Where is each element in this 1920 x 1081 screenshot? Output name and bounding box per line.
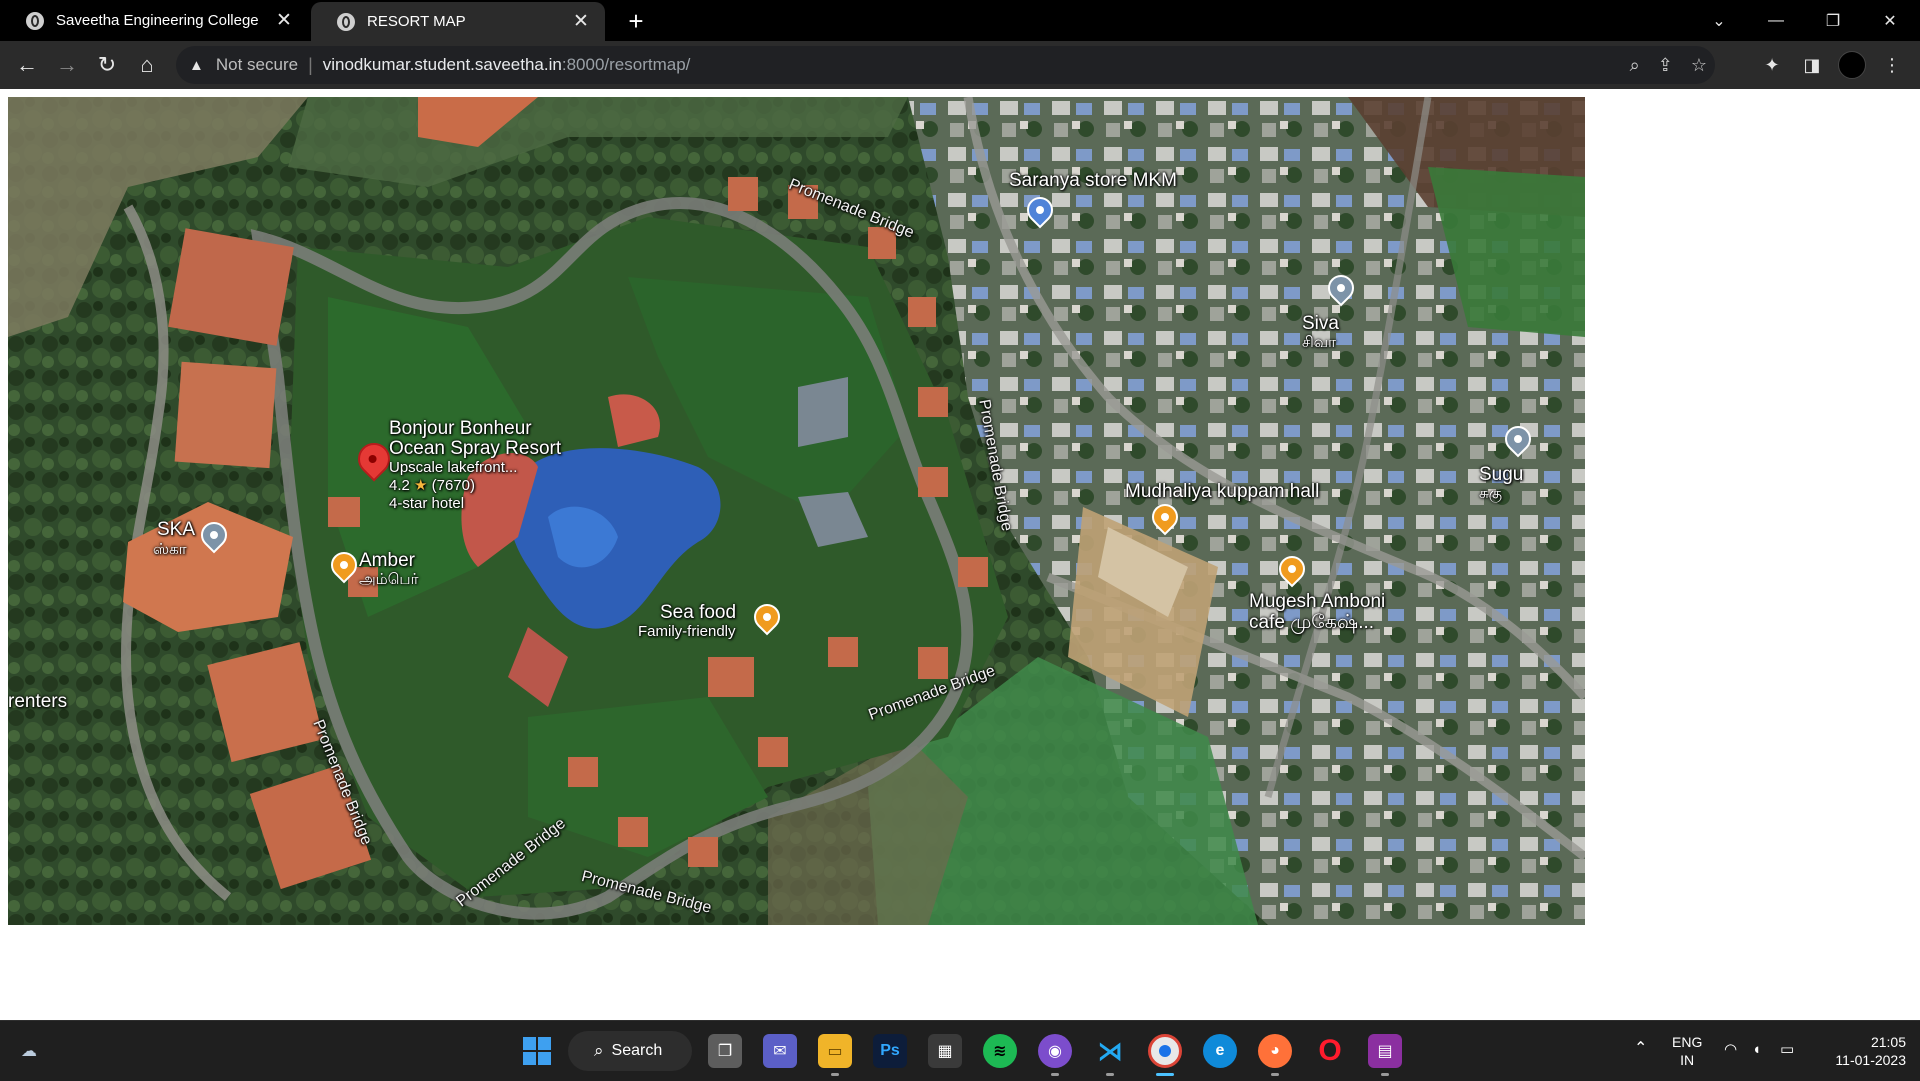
side-panel-icon[interactable]: ◨: [1796, 49, 1828, 81]
language-indicator[interactable]: ENG IN: [1672, 1033, 1702, 1069]
security-label[interactable]: Not secure: [216, 55, 298, 75]
browser-toolbar: ← → ↻ ⌂ ▲ Not secure | vinodkumar.studen…: [0, 41, 1920, 89]
label-renters[interactable]: renters: [8, 692, 67, 712]
clock[interactable]: 21:05 11-01-2023: [1826, 1033, 1906, 1069]
tab-title: RESORT MAP: [367, 13, 466, 30]
resort-category: 4-star hotel: [389, 495, 465, 512]
running-indicator: [831, 1073, 839, 1076]
forward-button[interactable]: →: [52, 50, 82, 80]
label-seafood-sub: Family-friendly: [638, 623, 736, 640]
address-bar[interactable]: ▲ Not secure | vinodkumar.student.saveet…: [176, 46, 1715, 84]
tab-saveetha[interactable]: Saveetha Engineering College ✕: [0, 0, 308, 41]
omnibox-actions: ⌕ ⇪ ☆: [1630, 46, 1707, 84]
tab-strip: Saveetha Engineering College ✕ RESORT MA…: [0, 0, 1920, 41]
tab-resort-map[interactable]: RESORT MAP ✕: [311, 2, 605, 41]
battery-icon[interactable]: ▭: [1780, 1041, 1794, 1059]
label-amber-tamil: அம்பெர்: [359, 571, 419, 588]
label-siva[interactable]: Siva: [1302, 314, 1339, 334]
windows-logo-icon: [523, 1037, 551, 1065]
tab-title: Saveetha Engineering College: [56, 12, 259, 29]
weather-icon[interactable]: ☁: [12, 1034, 46, 1068]
language-code: ENG: [1672, 1034, 1703, 1050]
search-label: Search: [611, 1042, 663, 1059]
region-code: IN: [1680, 1052, 1695, 1068]
vscode-icon[interactable]: ⋊: [1093, 1034, 1127, 1068]
edge-icon[interactable]: e: [1203, 1034, 1237, 1068]
rating-star-icon: ★: [414, 477, 428, 494]
rating-value: 4.2: [389, 477, 410, 494]
profile-avatar[interactable]: [1836, 49, 1868, 81]
label-ska-tamil: ஸ்கா: [153, 541, 187, 558]
label-saranya-store[interactable]: Saranya store MKM: [1009, 171, 1177, 191]
photoshop-icon[interactable]: Ps: [873, 1034, 907, 1068]
new-tab-button[interactable]: +: [622, 6, 650, 36]
firefox-icon[interactable]: ◕: [1258, 1034, 1292, 1068]
chrome-icon[interactable]: [1148, 1034, 1182, 1068]
tab-search-chevron-icon[interactable]: ⌄: [1696, 0, 1742, 41]
close-tab-icon[interactable]: ✕: [571, 11, 591, 32]
zoom-icon[interactable]: ⌕: [1630, 55, 1640, 76]
url-path: :8000/resortmap/: [561, 55, 691, 74]
resort-name-line1[interactable]: Bonjour Bonheur: [389, 419, 532, 439]
divider: |: [308, 54, 313, 75]
resort-name-line2[interactable]: Ocean Spray Resort: [389, 439, 561, 459]
avatar: [1838, 51, 1866, 79]
tray-overflow-chevron-icon[interactable]: ⌃: [1634, 1040, 1647, 1058]
home-button[interactable]: ⌂: [132, 50, 162, 80]
wifi-icon[interactable]: ◠: [1724, 1041, 1737, 1059]
warning-icon[interactable]: ▲: [189, 57, 204, 74]
globe-icon: [26, 11, 44, 30]
bookmark-star-icon[interactable]: ☆: [1691, 55, 1707, 76]
label-mudhaliya-hall[interactable]: Mudhaliya kuppam hall: [1125, 482, 1319, 502]
resort-description: Upscale lakefront...: [389, 459, 518, 476]
windows-taskbar: ☁ ⌕ Search ❐ ✉ ▭ Ps ▦ ≋ ◉ ⋊ e ◕ O ▤ ⌃ EN…: [0, 1020, 1920, 1081]
extensions-icon[interactable]: ✦: [1756, 49, 1788, 81]
volume-icon[interactable]: ◖: [1752, 1041, 1761, 1059]
label-mugesh-line1[interactable]: Mugesh Amboni: [1249, 592, 1385, 612]
clock-time: 21:05: [1870, 1034, 1906, 1050]
label-sugu[interactable]: Sugu: [1479, 465, 1523, 485]
label-seafood[interactable]: Sea food: [660, 603, 736, 623]
restore-button[interactable]: ❐: [1810, 0, 1856, 41]
close-tab-icon[interactable]: ✕: [274, 10, 294, 31]
back-button[interactable]: ←: [12, 50, 42, 80]
search-icon: ⌕: [594, 1041, 604, 1060]
github-desktop-icon[interactable]: ◉: [1038, 1034, 1072, 1068]
globe-icon: [337, 12, 355, 31]
url-text[interactable]: vinodkumar.student.saveetha.in:8000/reso…: [323, 55, 691, 75]
running-indicator: [1271, 1073, 1279, 1076]
spotify-icon[interactable]: ≋: [983, 1034, 1017, 1068]
calculator-icon[interactable]: ▦: [928, 1034, 962, 1068]
review-count: (7670): [431, 477, 476, 494]
menu-kebab-icon[interactable]: ⋮: [1876, 49, 1908, 81]
minimize-button[interactable]: —: [1753, 0, 1799, 41]
taskbar-search[interactable]: ⌕ Search: [568, 1031, 692, 1071]
chat-icon[interactable]: ✉: [763, 1034, 797, 1068]
winrar-icon[interactable]: ▤: [1368, 1034, 1402, 1068]
resort-rating: 4.2 ★ (7670): [389, 478, 475, 494]
label-mugesh-line2[interactable]: cafe முகேஷ்...: [1249, 613, 1374, 633]
file-explorer-icon[interactable]: ▭: [818, 1034, 852, 1068]
opera-icon[interactable]: O: [1313, 1034, 1347, 1068]
clock-date: 11-01-2023: [1835, 1052, 1906, 1068]
start-button[interactable]: [520, 1034, 554, 1068]
close-window-button[interactable]: ✕: [1867, 0, 1913, 41]
label-sugu-tamil: சுகு: [1479, 485, 1503, 502]
running-indicator: [1051, 1073, 1059, 1076]
url-host: vinodkumar.student.saveetha.in: [322, 55, 562, 74]
label-amber[interactable]: Amber: [359, 551, 415, 571]
running-indicator: [1156, 1073, 1174, 1076]
running-indicator: [1381, 1073, 1389, 1076]
reload-button[interactable]: ↻: [92, 50, 122, 80]
resort-map-image[interactable]: Bonjour Bonheur Ocean Spray Resort Upsca…: [8, 97, 1585, 925]
share-icon[interactable]: ⇪: [1658, 55, 1673, 76]
running-indicator: [1106, 1073, 1114, 1076]
satellite-imagery: [8, 97, 1585, 925]
task-view-icon[interactable]: ❐: [708, 1034, 742, 1068]
label-siva-tamil: சிவா: [1302, 334, 1336, 351]
label-ska[interactable]: SKA: [157, 520, 195, 540]
